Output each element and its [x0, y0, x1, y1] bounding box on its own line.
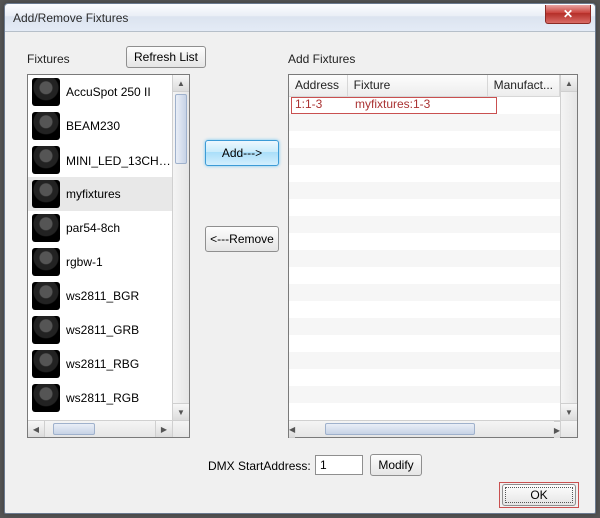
table-row[interactable]: 1:1-3 myfixtures:1-3 [289, 97, 489, 114]
list-item[interactable]: ws2811_GRB [28, 313, 189, 347]
scroll-track[interactable] [173, 92, 189, 403]
chevron-up-icon: ▲ [177, 79, 185, 88]
fixtures-horizontal-scrollbar[interactable]: ◀ ▶ [28, 420, 172, 437]
window-close-button[interactable]: ✕ [545, 5, 591, 24]
h-scroll-thumb[interactable] [53, 423, 95, 435]
fixture-name: AccuSpot 250 II [66, 85, 151, 99]
grid-background [289, 97, 560, 420]
scroll-up-button[interactable]: ▲ [561, 75, 577, 92]
refresh-list-button[interactable]: Refresh List [126, 46, 206, 68]
moving-head-icon [32, 316, 60, 344]
moving-head-icon [32, 78, 60, 106]
add-button[interactable]: Add---> [205, 140, 279, 166]
grid-cell-address: 1:1-3 [289, 97, 349, 114]
scroll-track[interactable] [561, 92, 577, 403]
grid-header-fixture[interactable]: Fixture [348, 75, 488, 96]
scroll-right-button[interactable]: ▶ [155, 421, 172, 437]
chevron-up-icon: ▲ [565, 79, 573, 88]
scrollbar-corner [172, 420, 189, 437]
scroll-left-button[interactable]: ◀ [28, 421, 45, 437]
add-remove-fixtures-window: Add/Remove Fixtures ✕ Fixtures Refresh L… [4, 3, 596, 514]
chevron-down-icon: ▼ [177, 408, 185, 417]
grid-vertical-scrollbar[interactable]: ▲ ▼ [560, 75, 577, 420]
ok-button[interactable]: OK [502, 484, 576, 506]
list-item[interactable]: ws2811_RBG [28, 347, 189, 381]
fixture-name: ws2811_RBG [66, 357, 139, 371]
fixture-name: MINI_LED_13CH摇头 [66, 152, 176, 169]
chevron-down-icon: ▼ [565, 408, 573, 417]
grid-header-row: Address Fixture Manufact... [289, 75, 560, 97]
refresh-list-label: Refresh List [134, 50, 198, 64]
ok-button-highlight: OK [499, 482, 579, 508]
add-fixtures-label: Add Fixtures [288, 52, 355, 66]
fixture-name: ws2811_RGB [66, 391, 139, 405]
titlebar: Add/Remove Fixtures ✕ [5, 4, 595, 32]
fixtures-vertical-scrollbar[interactable]: ▲ ▼ [172, 75, 189, 420]
window-title: Add/Remove Fixtures [5, 11, 545, 25]
moving-head-icon [32, 248, 60, 276]
list-item[interactable]: rgbw-1 [28, 245, 189, 279]
fixture-name: ws2811_GRB [66, 323, 139, 337]
ok-button-label: OK [530, 488, 547, 502]
moving-head-icon [32, 350, 60, 378]
remove-button-label: <---Remove [210, 232, 274, 246]
scroll-thumb[interactable] [175, 94, 187, 164]
dmx-start-input[interactable] [315, 455, 363, 475]
grid-horizontal-scrollbar[interactable]: ◀ ▶ [289, 420, 560, 437]
h-scroll-track[interactable] [295, 421, 554, 437]
fixture-name: ws2811_BGR [66, 289, 139, 303]
moving-head-icon [32, 112, 60, 140]
fixtures-label: Fixtures [27, 52, 70, 66]
moving-head-icon [32, 180, 60, 208]
add-button-label: Add---> [222, 146, 262, 160]
fixture-name: myfixtures [66, 187, 121, 201]
list-item[interactable]: myfixtures [28, 177, 189, 211]
dialog-body: Fixtures Refresh List Add Fixtures AccuS… [13, 36, 587, 505]
scrollbar-corner [560, 420, 577, 437]
scroll-down-button[interactable]: ▼ [561, 403, 577, 420]
add-fixtures-grid[interactable]: Address Fixture Manufact... 1:1-3 myfixt… [288, 74, 578, 438]
moving-head-icon [32, 214, 60, 242]
h-scroll-track[interactable] [45, 421, 155, 437]
grid-cell-fixture: myfixtures:1-3 [349, 97, 489, 114]
dmx-start-label: DMX StartAddress: [208, 459, 311, 473]
moving-head-icon [32, 282, 60, 310]
moving-head-icon [32, 384, 60, 412]
scroll-up-button[interactable]: ▲ [173, 75, 189, 92]
list-item[interactable]: ws2811_RGB [28, 381, 189, 415]
fixture-name: rgbw-1 [66, 255, 103, 269]
fixtures-scroll-area: AccuSpot 250 II BEAM230 MINI_LED_13CH摇头myf… [28, 75, 189, 437]
list-item[interactable]: AccuSpot 250 II [28, 75, 189, 109]
modify-button-label: Modify [378, 458, 413, 472]
moving-head-icon [32, 146, 60, 174]
grid-header-address[interactable]: Address [289, 75, 348, 96]
remove-button[interactable]: <---Remove [205, 226, 279, 252]
grid-header-manufacturer[interactable]: Manufact... [488, 75, 560, 96]
chevron-left-icon: ◀ [33, 425, 39, 434]
scroll-down-button[interactable]: ▼ [173, 403, 189, 420]
close-icon: ✕ [563, 7, 573, 21]
fixture-name: BEAM230 [66, 119, 120, 133]
fixture-name: par54-8ch [66, 221, 120, 235]
list-item[interactable]: ws2811_BGR [28, 279, 189, 313]
list-item[interactable]: MINI_LED_13CH摇头 [28, 143, 189, 177]
h-scroll-thumb[interactable] [325, 423, 475, 435]
list-item[interactable]: BEAM230 [28, 109, 189, 143]
modify-button[interactable]: Modify [370, 454, 422, 476]
chevron-right-icon: ▶ [161, 425, 167, 434]
fixtures-listbox[interactable]: AccuSpot 250 II BEAM230 MINI_LED_13CH摇头myf… [27, 74, 190, 438]
list-item[interactable]: par54-8ch [28, 211, 189, 245]
